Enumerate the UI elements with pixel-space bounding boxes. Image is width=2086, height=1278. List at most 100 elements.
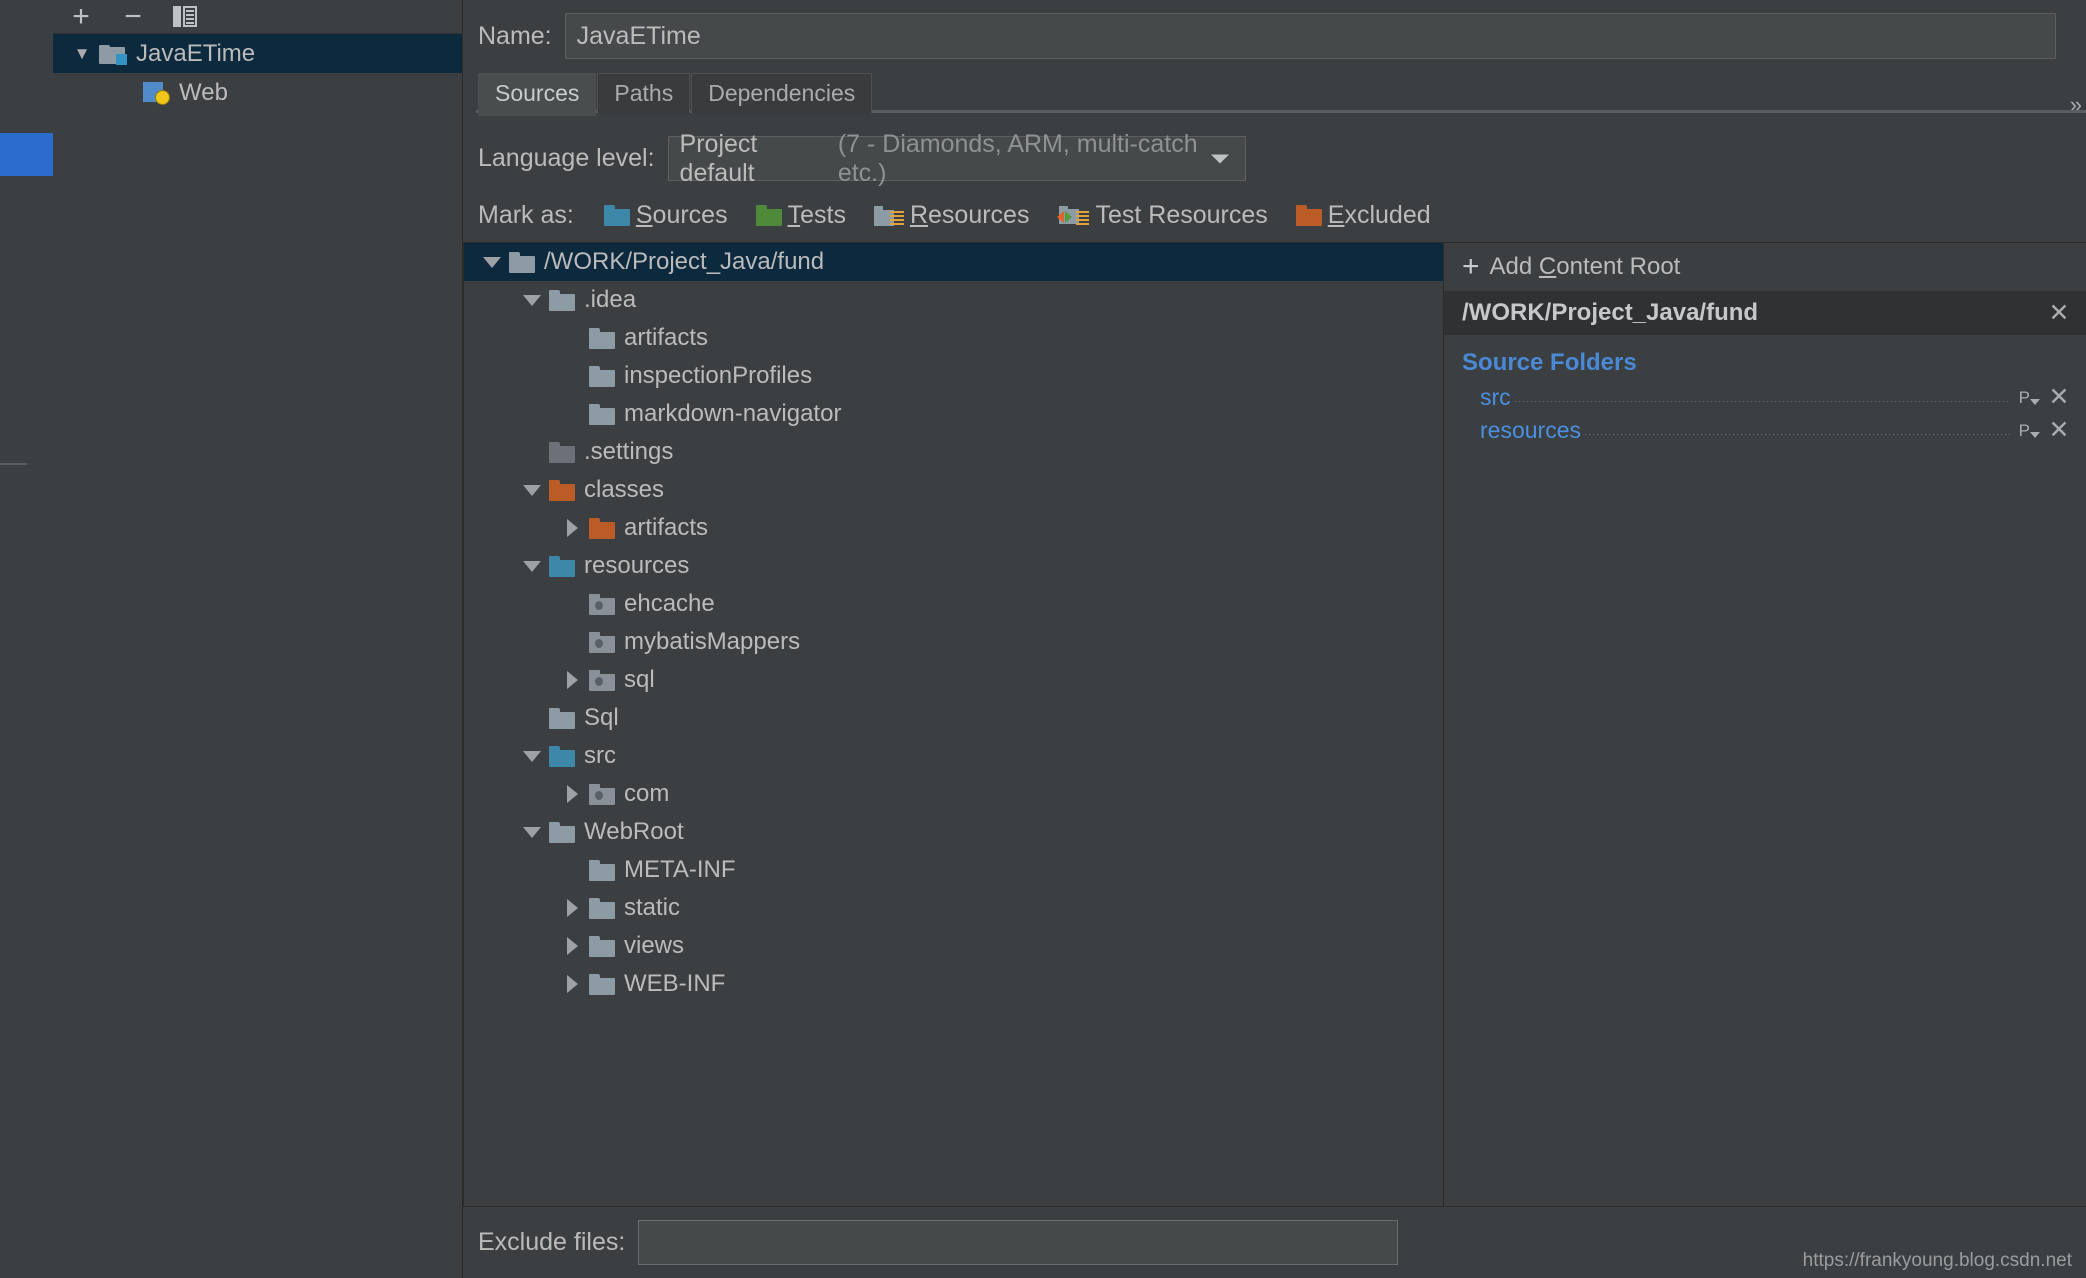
mark-as-excluded-button[interactable]: Excluded [1296, 201, 1431, 230]
tree-row-label: WEB-INF [624, 970, 725, 998]
tree-row-label: static [624, 894, 680, 922]
remove-content-root-icon[interactable]: ✕ [2046, 301, 2072, 326]
tree-row[interactable]: artifacts [464, 509, 1443, 547]
exclude-files-label: Exclude files: [478, 1228, 625, 1257]
package-prefix-icon[interactable]: P [2019, 421, 2040, 441]
resources-folder-icon [874, 205, 904, 227]
tree-row[interactable]: inspectionProfiles [464, 357, 1443, 395]
tree-row[interactable]: views [464, 927, 1443, 965]
chevron-down-icon[interactable] [518, 751, 546, 762]
mark-as-sources-button[interactable]: Sources [604, 201, 728, 230]
chevron-down-icon[interactable] [478, 257, 506, 268]
language-level-combo[interactable]: Project default (7 - Diamonds, ARM, mult… [668, 136, 1246, 181]
mark-as-test-resources-label: Test Resources [1095, 201, 1267, 230]
gutter-selection-chip [0, 133, 53, 176]
tree-row-label: com [624, 780, 669, 808]
tree-row-label: /WORK/Project_Java/fund [544, 248, 824, 276]
tree-row[interactable]: .settings [464, 433, 1443, 471]
remove-module-button[interactable]: − [118, 3, 148, 31]
chevron-right-icon[interactable] [558, 975, 586, 993]
tab-sources[interactable]: Sources [478, 73, 596, 113]
chevron-down-icon[interactable] [518, 561, 546, 572]
folder-icon [589, 404, 615, 425]
tree-row[interactable]: sql [464, 661, 1443, 699]
tree-row[interactable]: classes [464, 471, 1443, 509]
mark-as-sources-mnemonic: S [636, 201, 653, 229]
add-module-button[interactable]: + [66, 3, 96, 31]
mark-as-resources-mnemonic: R [910, 201, 928, 229]
tree-row[interactable]: artifacts [464, 319, 1443, 357]
chevron-right-icon[interactable] [558, 519, 586, 537]
chevron-right-icon[interactable] [558, 671, 586, 689]
mark-as-resources-button[interactable]: Resources [874, 201, 1030, 230]
language-level-row: Language level: Project default (7 - Dia… [463, 113, 2086, 181]
dotted-leader [1585, 434, 2011, 435]
excluded-folder-icon [1296, 205, 1322, 226]
tree-row-label: views [624, 932, 684, 960]
chevron-right-icon[interactable] [558, 937, 586, 955]
tree-row[interactable]: com [464, 775, 1443, 813]
tree-row[interactable]: static [464, 889, 1443, 927]
sources-folder-icon [604, 205, 630, 226]
source-folder-row[interactable]: src P ✕ [1444, 381, 2086, 414]
remove-source-folder-icon[interactable]: ✕ [2046, 385, 2072, 410]
tree-row[interactable]: mybatisMappers [464, 623, 1443, 661]
exclude-files-input[interactable] [638, 1220, 1398, 1265]
tab-paths[interactable]: Paths [597, 73, 690, 113]
tab-dependencies[interactable]: Dependencies [691, 73, 872, 113]
tree-row[interactable]: markdown-navigator [464, 395, 1443, 433]
tree-row[interactable]: WEB-INF [464, 965, 1443, 1003]
copy-module-icon[interactable] [170, 3, 200, 31]
mark-as-tests-button[interactable]: Tests [756, 201, 846, 230]
language-level-label: Language level: [478, 144, 655, 173]
source-folder-name[interactable]: src [1480, 384, 1511, 411]
folder-icon [549, 290, 575, 311]
name-input[interactable] [565, 13, 2056, 59]
chevron-down-icon[interactable] [518, 485, 546, 496]
tree-row[interactable]: META-INF [464, 851, 1443, 889]
tree-row-label: ehcache [624, 590, 715, 618]
name-label: Name: [478, 22, 552, 51]
chevron-right-icon[interactable] [558, 899, 586, 917]
package-prefix-icon[interactable]: P [2019, 388, 2040, 408]
source-folder-name[interactable]: resources [1480, 417, 1581, 444]
web-facet-icon [143, 81, 170, 105]
package-icon [589, 632, 615, 653]
chevron-right-icon[interactable] [558, 785, 586, 803]
excluded-folder-icon [549, 480, 575, 501]
tree-row[interactable]: .idea [464, 281, 1443, 319]
modules-panel: + − ▼ JavaETime [53, 0, 463, 1278]
module-item-label: JavaETime [136, 40, 255, 68]
sources-folder-icon [549, 556, 575, 577]
plus-icon: + [1462, 252, 1480, 282]
doc-list-icon [173, 5, 197, 29]
add-content-root-button[interactable]: + Add Content Root [1444, 243, 2086, 291]
source-folder-row[interactable]: resources P ✕ [1444, 414, 2086, 447]
chevron-down-icon[interactable] [518, 827, 546, 838]
tree-row[interactable]: ehcache [464, 585, 1443, 623]
mark-as-excluded-label: xcluded [1344, 201, 1430, 229]
tree-row[interactable]: WebRoot [464, 813, 1443, 851]
tree-row[interactable]: resources [464, 547, 1443, 585]
remove-source-folder-icon[interactable]: ✕ [2046, 418, 2072, 443]
folder-icon [549, 822, 575, 843]
folder-icon [509, 252, 535, 273]
module-item-web[interactable]: Web [53, 73, 462, 112]
modules-toolbar: + − [53, 0, 462, 34]
mark-as-test-resources-button[interactable]: Test Resources [1057, 201, 1267, 230]
package-icon [589, 670, 615, 691]
tree-row[interactable]: src [464, 737, 1443, 775]
left-gutter [0, 0, 53, 1278]
tree-row-label: sql [624, 666, 655, 694]
tree-row[interactable]: /WORK/Project_Java/fund [464, 243, 1443, 281]
chevron-down-icon[interactable]: ▼ [67, 44, 97, 64]
chevron-down-icon[interactable] [518, 295, 546, 306]
chevron-down-icon[interactable] [1211, 154, 1229, 163]
module-icon [99, 43, 127, 65]
gutter-divider [0, 463, 27, 465]
add-content-root-mnemonic: C [1539, 253, 1556, 280]
module-item-javaetime[interactable]: ▼ JavaETime [53, 34, 462, 73]
tree-row-label: .settings [584, 438, 673, 466]
mark-as-resources-label: esources [928, 201, 1029, 229]
tree-row[interactable]: Sql [464, 699, 1443, 737]
